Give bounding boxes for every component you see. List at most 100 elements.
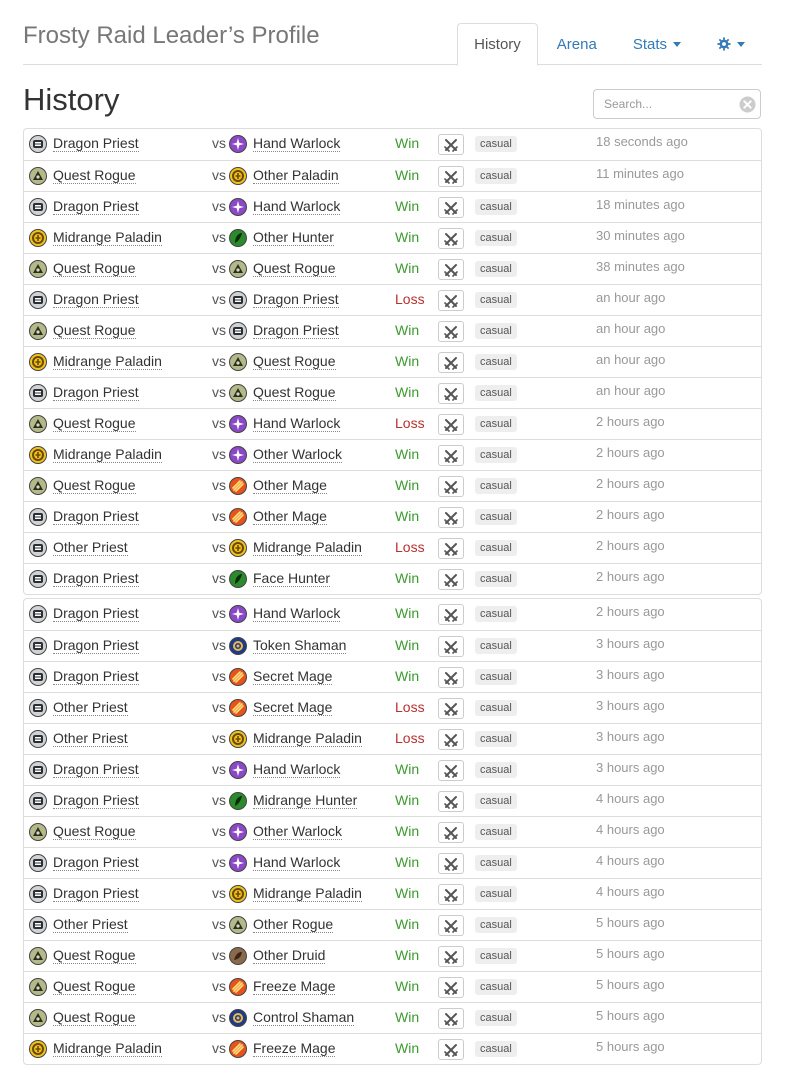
player-deck-link[interactable]: Quest Rogue	[53, 978, 136, 995]
opponent-deck-link[interactable]: Hand Warlock	[253, 198, 341, 215]
replay-button[interactable]	[438, 884, 464, 905]
player-deck-link[interactable]: Quest Rogue	[53, 823, 136, 840]
replay-button[interactable]	[438, 729, 464, 750]
opponent-deck-link[interactable]: Face Hunter	[253, 570, 331, 587]
replay-button[interactable]	[438, 445, 464, 466]
search-input[interactable]	[594, 90, 734, 118]
opponent-deck-link[interactable]: Quest Rogue	[253, 384, 336, 401]
replay-button[interactable]	[438, 507, 464, 528]
tab-history[interactable]: History	[457, 23, 538, 66]
opponent-deck-link[interactable]: Control Shaman	[253, 1009, 355, 1026]
opponent-deck-link[interactable]: Freeze Mage	[253, 978, 336, 995]
replay-button[interactable]	[438, 383, 464, 404]
player-deck-link[interactable]: Dragon Priest	[53, 135, 139, 152]
player-deck-link[interactable]: Dragon Priest	[53, 854, 139, 871]
player-deck-link[interactable]: Quest Rogue	[53, 322, 136, 339]
player-deck-link[interactable]: Dragon Priest	[53, 668, 139, 685]
replay-button[interactable]	[438, 791, 464, 812]
result-label: Win	[395, 885, 420, 901]
chevron-down-icon	[737, 41, 745, 47]
opponent-deck-link[interactable]: Hand Warlock	[253, 135, 341, 152]
player-deck-link[interactable]: Quest Rogue	[53, 167, 136, 184]
player-deck-link[interactable]: Quest Rogue	[53, 260, 136, 277]
replay-button[interactable]	[438, 915, 464, 936]
opponent-deck-link[interactable]: Quest Rogue	[253, 353, 336, 370]
player-deck-link[interactable]: Dragon Priest	[53, 508, 139, 525]
player-deck-link[interactable]: Dragon Priest	[53, 637, 139, 654]
player-deck-link[interactable]: Quest Rogue	[53, 477, 136, 494]
opponent-deck-link[interactable]: Other Warlock	[253, 823, 342, 840]
player-deck-link[interactable]: Quest Rogue	[53, 415, 136, 432]
opponent-deck-link[interactable]: Other Hunter	[253, 229, 334, 246]
replay-button[interactable]	[438, 228, 464, 249]
player-deck-link[interactable]: Midrange Paladin	[53, 353, 162, 370]
player-deck-link[interactable]: Dragon Priest	[53, 570, 139, 587]
opponent-deck-link[interactable]: Secret Mage	[253, 668, 333, 685]
replay-button[interactable]	[438, 698, 464, 719]
opponent-deck-link[interactable]: Hand Warlock	[253, 761, 341, 778]
player-deck-link[interactable]: Dragon Priest	[53, 384, 139, 401]
replay-button[interactable]	[438, 946, 464, 967]
replay-button[interactable]	[438, 636, 464, 657]
player-deck-link[interactable]: Other Priest	[53, 730, 128, 747]
opponent-deck-link[interactable]: Midrange Paladin	[253, 730, 362, 747]
player-deck-link[interactable]: Dragon Priest	[53, 198, 139, 215]
opponent-deck-link[interactable]: Hand Warlock	[253, 415, 341, 432]
replay-button[interactable]	[438, 134, 464, 155]
replay-button[interactable]	[438, 569, 464, 590]
player-deck-link[interactable]: Dragon Priest	[53, 761, 139, 778]
replay-button[interactable]	[438, 166, 464, 187]
player-deck-link[interactable]: Dragon Priest	[53, 291, 139, 308]
replay-button[interactable]	[438, 197, 464, 218]
replay-button[interactable]	[438, 1008, 464, 1029]
player-deck-link[interactable]: Midrange Paladin	[53, 1040, 162, 1057]
opponent-deck-link[interactable]: Other Mage	[253, 477, 327, 494]
opponent-deck-link[interactable]: Hand Warlock	[253, 605, 341, 622]
opponent-deck-link[interactable]: Other Mage	[253, 508, 327, 525]
tab-arena[interactable]: Arena	[540, 23, 614, 65]
player-deck-link[interactable]: Dragon Priest	[53, 885, 139, 902]
player-deck-link[interactable]: Quest Rogue	[53, 947, 136, 964]
player-deck-link[interactable]: Quest Rogue	[53, 1009, 136, 1026]
clear-icon[interactable]	[739, 96, 756, 113]
replay-button[interactable]	[438, 414, 464, 435]
replay-button[interactable]	[438, 538, 464, 559]
player-deck-link[interactable]: Other Priest	[53, 699, 128, 716]
opponent-deck-link[interactable]: Dragon Priest	[253, 291, 339, 308]
opponent-deck-link[interactable]: Token Shaman	[253, 637, 347, 654]
player-deck-link[interactable]: Midrange Paladin	[53, 229, 162, 246]
tab-stats[interactable]: Stats	[616, 23, 698, 65]
opponent-deck-link[interactable]: Other Warlock	[253, 446, 342, 463]
opponent-deck-link[interactable]: Dragon Priest	[253, 322, 339, 339]
player-deck-link[interactable]: Other Priest	[53, 916, 128, 933]
replay-button[interactable]	[438, 604, 464, 625]
replay-button[interactable]	[438, 760, 464, 781]
opponent-deck-link[interactable]: Secret Mage	[253, 699, 333, 716]
settings-dropdown[interactable]	[700, 23, 762, 65]
replay-button[interactable]	[438, 822, 464, 843]
player-deck-link[interactable]: Other Priest	[53, 539, 128, 556]
warlock-icon	[229, 135, 247, 153]
opponent-deck-link[interactable]: Other Rogue	[253, 916, 334, 933]
replay-button[interactable]	[438, 853, 464, 874]
opponent-deck-link[interactable]: Midrange Hunter	[253, 792, 358, 809]
opponent-deck-link[interactable]: Freeze Mage	[253, 1040, 336, 1057]
replay-button[interactable]	[438, 321, 464, 342]
player-deck-link[interactable]: Dragon Priest	[53, 605, 139, 622]
opponent-deck-link[interactable]: Other Druid	[253, 947, 326, 964]
replay-button[interactable]	[438, 1039, 464, 1060]
opponent-deck-link[interactable]: Quest Rogue	[253, 260, 336, 277]
opponent-deck-link[interactable]: Other Paladin	[253, 167, 339, 184]
games-panel: Dragon Priest vs Hand Warlock Win casual 18 s…	[23, 128, 762, 595]
opponent-deck-link[interactable]: Midrange Paladin	[253, 539, 362, 556]
replay-button[interactable]	[438, 977, 464, 998]
replay-button[interactable]	[438, 290, 464, 311]
player-deck-link[interactable]: Dragon Priest	[53, 792, 139, 809]
replay-button[interactable]	[438, 667, 464, 688]
replay-button[interactable]	[438, 259, 464, 280]
replay-button[interactable]	[438, 476, 464, 497]
replay-button[interactable]	[438, 352, 464, 373]
player-deck-link[interactable]: Midrange Paladin	[53, 446, 162, 463]
opponent-deck-link[interactable]: Midrange Paladin	[253, 885, 362, 902]
opponent-deck-link[interactable]: Hand Warlock	[253, 854, 341, 871]
